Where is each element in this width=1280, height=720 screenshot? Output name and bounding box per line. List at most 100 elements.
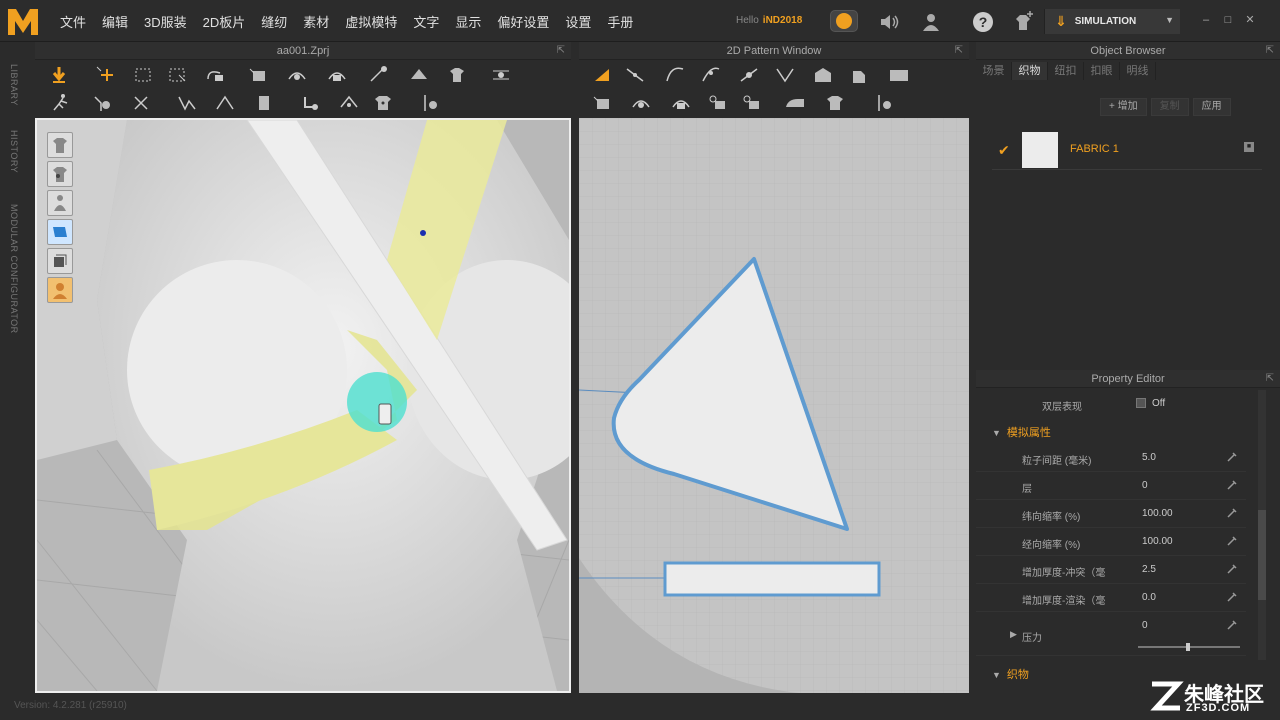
menu-2d-pattern[interactable]: 2D板片	[203, 12, 246, 31]
pattern-dart-icon[interactable]	[773, 65, 797, 85]
cloud-button[interactable]	[830, 10, 858, 32]
fold-icon[interactable]	[247, 65, 271, 85]
tack-icon[interactable]	[285, 65, 309, 85]
modular-configurator-tab[interactable]: MODULAR CONFIGURATOR	[9, 204, 19, 334]
user-icon[interactable]	[920, 11, 942, 33]
texture-view-icon[interactable]	[47, 219, 73, 245]
polygon-icon[interactable]	[811, 65, 835, 85]
menu-avatar[interactable]: 虚拟模特	[345, 12, 397, 31]
triangle-right-icon[interactable]: ▶	[1010, 629, 1017, 640]
pressure-slider[interactable]	[1138, 643, 1240, 651]
wrench-icon[interactable]	[1226, 563, 1238, 575]
minimize-icon[interactable]: –	[1200, 14, 1212, 26]
avatar-skin-icon[interactable]	[47, 277, 73, 303]
property-value[interactable]: 0.0	[1142, 592, 1156, 603]
show-avatar-icon[interactable]	[47, 132, 73, 158]
buttonhole-icon[interactable]	[337, 93, 361, 113]
library-tab[interactable]: LIBRARY	[9, 64, 19, 106]
expand-icon[interactable]: ⇱	[955, 42, 963, 60]
simulation-button[interactable]: ⇓ SIMULATION ▼	[1044, 9, 1180, 34]
history-tab[interactable]: HISTORY	[9, 130, 19, 173]
tab-topstitch[interactable]: 明线	[1120, 62, 1156, 80]
property-value[interactable]: 0	[1142, 480, 1148, 491]
expand-icon[interactable]: ⇱	[1266, 42, 1274, 60]
slider-handle[interactable]	[1186, 643, 1190, 651]
thickness-view-icon[interactable]	[47, 248, 73, 274]
help-icon[interactable]: ?	[972, 11, 994, 33]
view3d-viewport[interactable]	[35, 118, 571, 693]
internal-polygon-icon[interactable]	[591, 93, 615, 113]
wrench-icon[interactable]	[1226, 507, 1238, 519]
internal-rect-icon[interactable]	[887, 65, 911, 85]
arrangement-icon[interactable]	[91, 93, 115, 113]
menu-materials[interactable]: 素材	[303, 12, 329, 31]
measure-icon[interactable]	[489, 65, 513, 85]
iron-icon[interactable]	[783, 93, 807, 113]
select-button-icon[interactable]	[371, 93, 395, 113]
pattern-measure-icon[interactable]	[873, 93, 897, 113]
pin-icon[interactable]	[367, 65, 391, 85]
wrench-icon[interactable]	[1226, 479, 1238, 491]
button-icon[interactable]	[297, 93, 321, 113]
property-value[interactable]: 100.00	[1142, 508, 1173, 519]
garment-info-icon[interactable]	[823, 93, 847, 113]
steam-icon[interactable]	[407, 65, 431, 85]
tab-buttonhole[interactable]: 扣眼	[1084, 62, 1120, 80]
fold-arrange-icon[interactable]	[325, 65, 349, 85]
select-box-icon[interactable]	[131, 65, 155, 85]
edit-point-icon[interactable]	[623, 65, 647, 85]
menu-preferences[interactable]: 偏好设置	[497, 12, 549, 31]
rectangle-icon[interactable]	[849, 65, 873, 85]
tab-scene[interactable]: 场景	[976, 62, 1012, 80]
wrench-icon[interactable]	[1226, 451, 1238, 463]
menu-file[interactable]: 文件	[60, 12, 86, 31]
section-fabric[interactable]: ▼ 织物	[992, 666, 1029, 682]
trace-icon[interactable]	[669, 93, 693, 113]
expand-icon[interactable]: ⇱	[1266, 370, 1274, 388]
free-sew-icon[interactable]	[213, 93, 237, 113]
tab-button[interactable]: 纽扣	[1048, 62, 1084, 80]
double-layer-checkbox[interactable]	[1136, 398, 1146, 408]
lasso-icon[interactable]	[165, 65, 189, 85]
scrollbar-thumb[interactable]	[1258, 510, 1266, 600]
property-scrollbar[interactable]	[1258, 390, 1266, 660]
avatar-pose-icon[interactable]	[49, 93, 73, 113]
show-garment-icon[interactable]	[47, 161, 73, 187]
edit-sewing-icon[interactable]	[253, 93, 277, 113]
arrangement-point-icon[interactable]	[129, 93, 153, 113]
add-point-icon[interactable]	[737, 65, 761, 85]
maximize-icon[interactable]: □	[1222, 14, 1234, 26]
curve-point-icon[interactable]	[699, 65, 723, 85]
topstitch-icon[interactable]	[419, 93, 443, 113]
speaker-icon[interactable]	[878, 11, 900, 33]
seam-allowance-icon[interactable]	[739, 93, 763, 113]
apply-button[interactable]: 应用	[1192, 98, 1231, 116]
pressure-value[interactable]: 0	[1142, 620, 1148, 631]
menu-sewing[interactable]: 缝纫	[261, 12, 287, 31]
notch-icon[interactable]	[705, 93, 729, 113]
select-move-icon[interactable]	[47, 65, 71, 85]
menu-3d-garment[interactable]: 3D服装	[144, 12, 187, 31]
garment-add-icon[interactable]	[1012, 11, 1034, 33]
user-name[interactable]: iND2018	[763, 15, 802, 26]
edit-curve-icon[interactable]	[663, 65, 687, 85]
shrink-icon[interactable]	[445, 65, 469, 85]
fabric-options-icon[interactable]: ■	[1244, 142, 1254, 152]
property-value[interactable]: 100.00	[1142, 536, 1173, 547]
menu-manual[interactable]: 手册	[607, 12, 633, 31]
menu-display[interactable]: 显示	[455, 12, 481, 31]
wrench-icon[interactable]	[1226, 591, 1238, 603]
menu-settings[interactable]: 设置	[565, 12, 591, 31]
add-button[interactable]: + 增加	[1100, 98, 1147, 116]
property-value[interactable]: 2.5	[1142, 564, 1156, 575]
chevron-down-icon[interactable]: ▼	[1165, 15, 1174, 25]
internal-circle-icon[interactable]	[629, 93, 653, 113]
segment-sew-icon[interactable]	[175, 93, 199, 113]
show-body-icon[interactable]	[47, 190, 73, 216]
edit-pattern-icon[interactable]	[591, 65, 615, 85]
rotate-icon[interactable]	[203, 65, 227, 85]
view2d-viewport[interactable]	[579, 118, 969, 693]
property-value[interactable]: 5.0	[1142, 452, 1156, 463]
wrench-icon[interactable]	[1226, 535, 1238, 547]
wrench-icon[interactable]	[1226, 619, 1238, 631]
